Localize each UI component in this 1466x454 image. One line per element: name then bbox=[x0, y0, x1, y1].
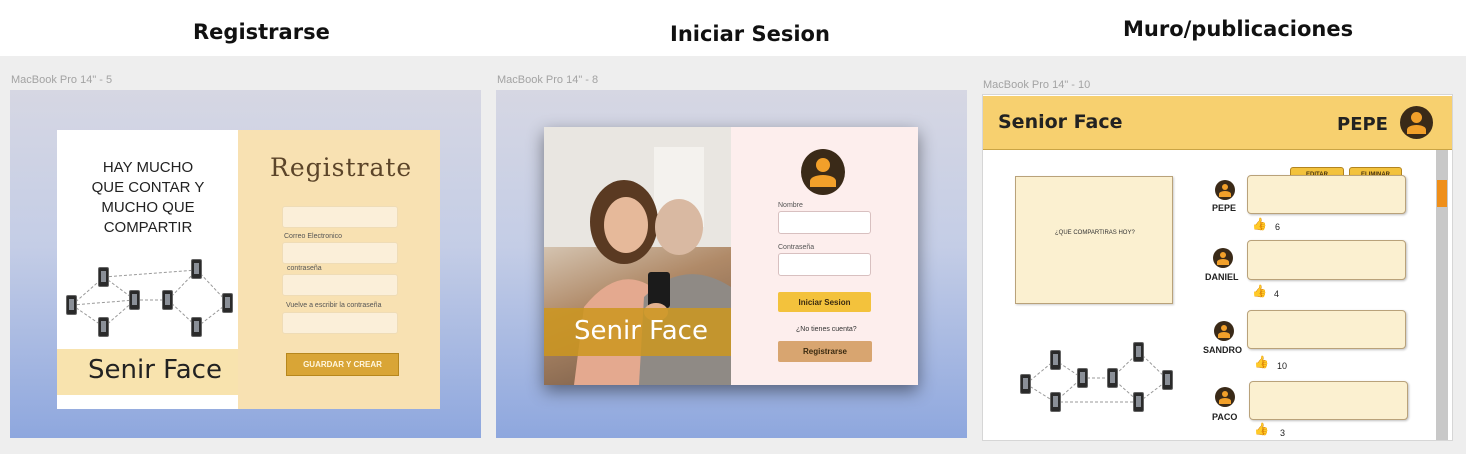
phone-network-illustration bbox=[1018, 340, 1178, 418]
no-account-text: ¿No tienes cuenta? bbox=[796, 326, 857, 333]
register-title: Registrate bbox=[270, 153, 413, 182]
thumbs-up-icon[interactable]: 👍 bbox=[1254, 355, 1269, 369]
username-field[interactable] bbox=[282, 206, 398, 228]
post-author: DANIEL bbox=[1205, 272, 1239, 282]
post-author: PACO bbox=[1212, 412, 1238, 422]
current-user-name: PEPE bbox=[1337, 114, 1388, 135]
smartphone-icon bbox=[162, 290, 173, 310]
post-card[interactable] bbox=[1247, 240, 1406, 280]
register-brand: Senir Face bbox=[88, 355, 222, 385]
smartphone-icon bbox=[191, 317, 202, 337]
user-avatar-icon[interactable] bbox=[1400, 106, 1433, 139]
smartphone-icon bbox=[1162, 370, 1173, 390]
login-button[interactable]: Iniciar Sesion bbox=[778, 292, 871, 312]
save-and-create-button[interactable]: GUARDAR Y CREAR bbox=[286, 353, 399, 376]
post-card[interactable] bbox=[1247, 310, 1406, 349]
thumbs-up-icon[interactable]: 👍 bbox=[1252, 217, 1267, 231]
email-field[interactable] bbox=[282, 242, 398, 264]
like-count: 10 bbox=[1277, 361, 1288, 371]
heading-register: Registrarse bbox=[193, 20, 330, 44]
user-avatar-icon bbox=[1213, 248, 1233, 268]
frame-label-register: MacBook Pro 14" - 5 bbox=[11, 74, 113, 86]
email-label: Correo Electronico bbox=[284, 233, 342, 240]
post-composer[interactable] bbox=[1015, 176, 1173, 304]
network-lines bbox=[71, 269, 229, 328]
smartphone-icon bbox=[1133, 342, 1144, 362]
phone-network-illustration bbox=[62, 255, 238, 345]
heading-wall: Muro/publicaciones bbox=[1123, 17, 1354, 41]
heading-login: Iniciar Sesion bbox=[670, 22, 830, 46]
tagline-line-4: COMPARTIR bbox=[103, 219, 193, 236]
user-avatar-icon bbox=[1214, 321, 1234, 341]
thumbs-up-icon[interactable]: 👍 bbox=[1252, 284, 1267, 298]
thumbs-up-icon[interactable]: 👍 bbox=[1254, 422, 1269, 436]
login-photo: Senir Face bbox=[544, 127, 731, 385]
network-lines bbox=[1025, 351, 1169, 403]
repeat-password-label: Vuelve a escribir la contraseña bbox=[286, 302, 382, 309]
smartphone-icon bbox=[1077, 368, 1088, 388]
login-brand: Senir Face bbox=[574, 316, 708, 346]
name-field[interactable] bbox=[778, 211, 871, 234]
smartphone-icon bbox=[1050, 350, 1061, 370]
post-card[interactable] bbox=[1247, 175, 1406, 214]
smartphone-icon bbox=[1107, 368, 1118, 388]
password-field[interactable] bbox=[282, 274, 398, 296]
smartphone-icon bbox=[191, 259, 202, 279]
like-count: 6 bbox=[1275, 222, 1281, 232]
tagline-line-2: QUE CONTAR Y bbox=[91, 179, 205, 196]
tagline-line-1: HAY MUCHO bbox=[102, 159, 194, 176]
like-count: 3 bbox=[1280, 428, 1286, 438]
user-avatar-icon bbox=[801, 149, 845, 195]
smartphone-icon bbox=[129, 290, 140, 310]
smartphone-icon bbox=[98, 267, 109, 287]
like-count: 4 bbox=[1274, 289, 1280, 299]
smartphone-icon bbox=[1050, 392, 1061, 412]
smartphone-icon bbox=[222, 293, 233, 313]
smartphone-icon bbox=[98, 317, 109, 337]
smartphone-icon bbox=[1133, 392, 1144, 412]
go-to-register-button[interactable]: Registrarse bbox=[778, 341, 872, 362]
user-avatar-icon bbox=[1215, 180, 1235, 200]
login-password-label: Contraseña bbox=[778, 244, 815, 251]
frame-label-login: MacBook Pro 14" - 8 bbox=[497, 74, 599, 86]
composer-prompt: ¿QUE COMPARTIRAS HOY? bbox=[1055, 230, 1135, 236]
user-avatar-icon bbox=[1215, 387, 1235, 407]
repeat-password-field[interactable] bbox=[282, 312, 398, 334]
name-label: Nombre bbox=[778, 202, 803, 209]
post-author: PEPE bbox=[1212, 203, 1237, 213]
register-tagline: HAY MUCHO QUE CONTAR Y MUCHO QUE COMPART… bbox=[88, 158, 208, 238]
login-card: Senir Face Nombre Contraseña Iniciar Ses… bbox=[544, 127, 918, 385]
tagline-line-3: MUCHO QUE bbox=[101, 199, 195, 216]
scrollbar-thumb[interactable] bbox=[1437, 180, 1447, 207]
frame-label-wall: MacBook Pro 14" - 10 bbox=[983, 79, 1091, 91]
post-author: SANDRO bbox=[1203, 345, 1243, 355]
smartphone-icon bbox=[66, 295, 77, 315]
app-title: Senior Face bbox=[998, 111, 1123, 133]
password-label: contraseña bbox=[287, 265, 322, 272]
smartphone-icon bbox=[1020, 374, 1031, 394]
login-password-field[interactable] bbox=[778, 253, 871, 276]
post-card[interactable] bbox=[1249, 381, 1408, 420]
